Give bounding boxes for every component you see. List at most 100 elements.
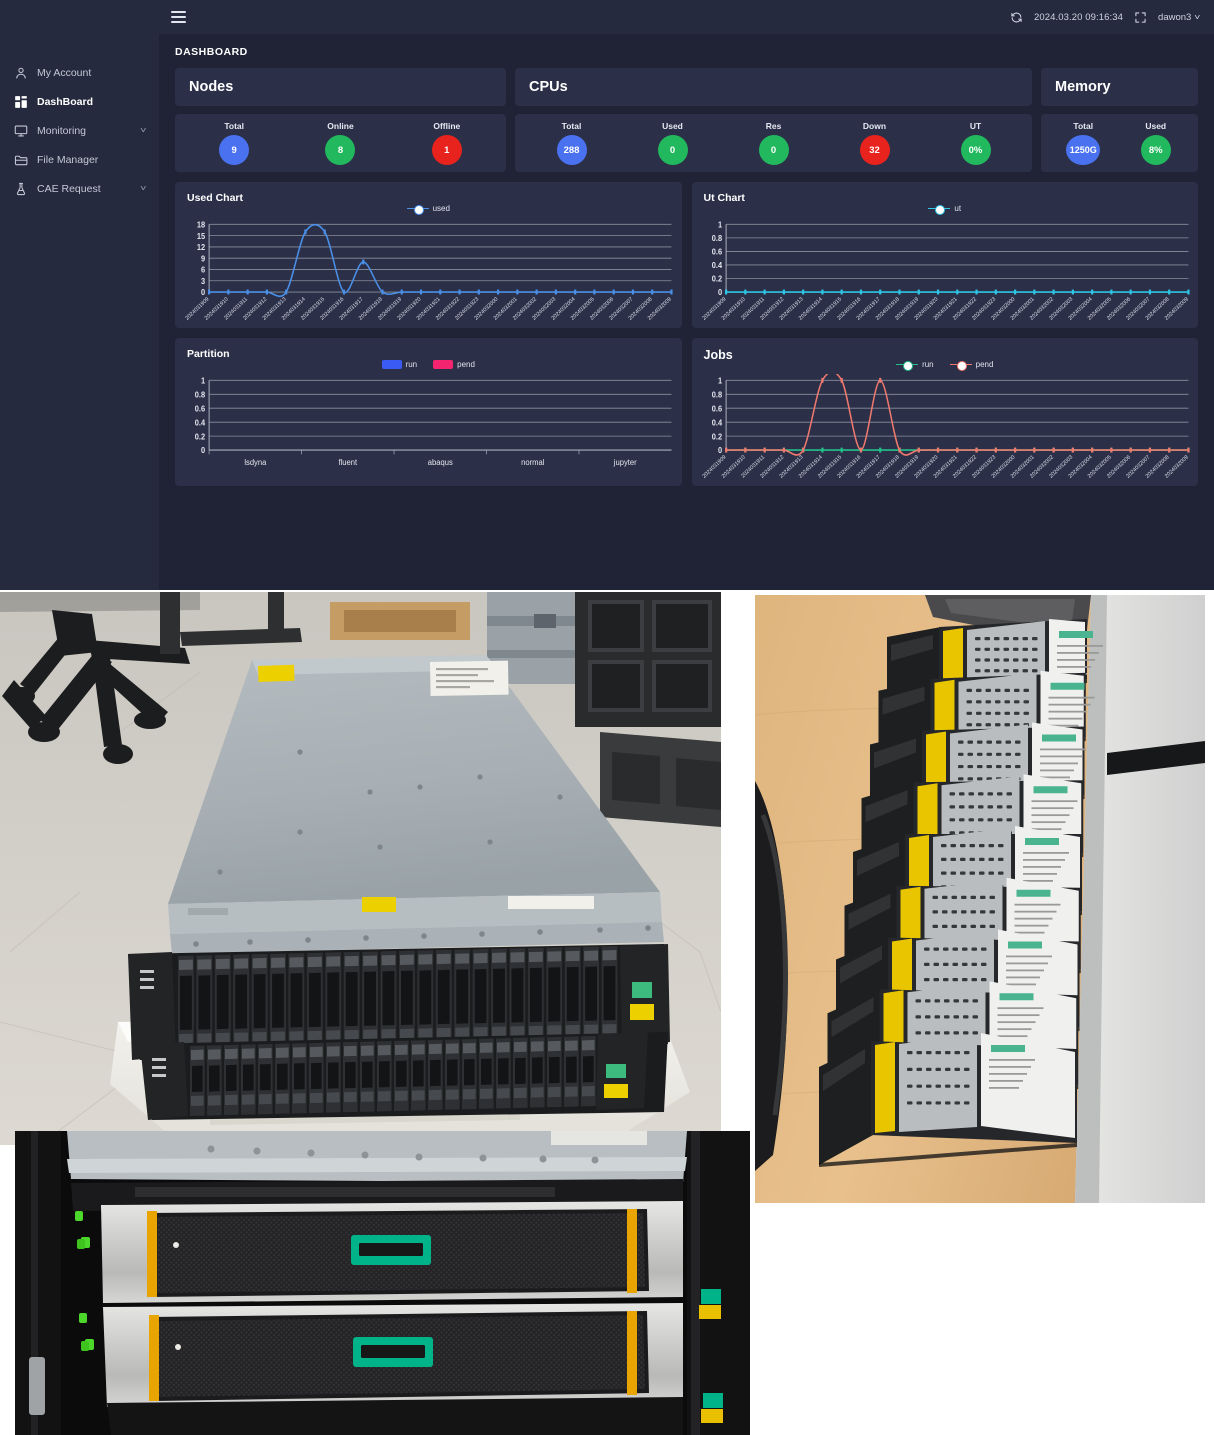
memory-card-title: Memory	[1055, 79, 1111, 95]
stat-cpus-res[interactable]: Res 0	[723, 121, 824, 165]
sidebar-item-monitoring[interactable]: Monitoring ˅	[0, 116, 159, 145]
monitor-icon	[14, 124, 28, 138]
stat-cpus-ut[interactable]: UT 0%	[925, 121, 1026, 165]
top-bar: 2024.03.20 09:16:34 dawon3 ˅	[159, 0, 1214, 34]
used-chart-legend: used	[175, 204, 682, 215]
stat-memory-total[interactable]: Total 1250G	[1047, 121, 1120, 165]
svg-text:normal: normal	[521, 458, 545, 467]
legend-label: used	[432, 204, 450, 213]
stat-memory-used[interactable]: Used 8%	[1120, 121, 1193, 165]
stat-value-bubble: 1	[431, 135, 462, 165]
legend-label: pend	[457, 360, 475, 369]
sidebar-item-my-account[interactable]: My Account	[0, 58, 159, 87]
content-area: DASHBOARD Nodes Total 9 Online 8 Offline…	[159, 34, 1214, 590]
partition-chart-title: Partition	[187, 348, 230, 360]
stat-cpus-down[interactable]: Down 32	[824, 121, 925, 165]
sidebar-item-cae-request[interactable]: CAE Request ˅	[0, 174, 159, 203]
jobs-chart-plot[interactable]: 0 0.2 0.4 0.6 0.8 1 2024031909 2024031910 202403…	[692, 374, 1199, 486]
jobs-chart-card: Jobs run pend 0 0.2 0.4 0.6 0.8 1 202403…	[691, 338, 1199, 486]
main-area: 2024.03.20 09:16:34 dawon3 ˅ DASHBOARD N…	[159, 0, 1214, 590]
partition-chart-legend: run pend	[175, 360, 682, 369]
partition-chart-card: Partition run pend 00.2 0.4 0.6 0.8 1 ls…	[175, 338, 682, 486]
svg-text:0.6: 0.6	[195, 404, 205, 413]
stat-label: Used	[662, 121, 683, 131]
stat-label: Down	[862, 121, 887, 131]
partition-chart-plot[interactable]: 0 0.2 0.4 0.6 0.8 1 lsdyna fluent abaqus normal ju…	[175, 374, 682, 486]
svg-text:15: 15	[197, 232, 206, 241]
sidebar-item-label: CAE Request	[37, 182, 101, 195]
nodes-group: Nodes Total 9 Online 8 Offline 1	[175, 68, 506, 172]
flask-icon	[14, 182, 28, 196]
svg-text:18: 18	[197, 220, 205, 229]
legend-label: ut	[954, 204, 962, 213]
svg-text:jupyter: jupyter	[613, 458, 637, 467]
sidebar-item-dashboard[interactable]: DashBoard	[0, 87, 159, 116]
fullscreen-icon[interactable]	[1134, 11, 1147, 24]
svg-text:0.2: 0.2	[711, 432, 721, 441]
svg-text:lsdyna: lsdyna	[244, 458, 267, 467]
sidebar-item-label: Monitoring	[37, 124, 87, 137]
legend-swatch-icon	[433, 360, 454, 369]
ut-chart-plot[interactable]: 0 0.2 0.4 0.6 0.8 1 2024031909 2024031910 202403…	[692, 218, 1199, 328]
stat-cpus-used[interactable]: Used 0	[622, 121, 723, 165]
legend-item-run[interactable]: run	[896, 360, 934, 371]
breadcrumb: DASHBOARD	[175, 46, 248, 58]
stat-nodes-offline[interactable]: Offline 1	[394, 121, 500, 165]
svg-text:0.4: 0.4	[711, 261, 722, 270]
svg-text:0.6: 0.6	[711, 404, 721, 413]
legend-item-used[interactable]: used	[406, 204, 450, 215]
svg-text:abaqus: abaqus	[428, 458, 453, 467]
stat-value-bubble: 0	[657, 135, 688, 165]
svg-text:3: 3	[201, 277, 205, 286]
stat-label: Res	[765, 121, 782, 131]
svg-text:0: 0	[201, 446, 205, 455]
stat-label: UT	[969, 121, 982, 131]
stat-label: Offline	[433, 121, 461, 131]
memory-group: Memory Total 1250G Used 8%	[1041, 68, 1198, 172]
chevron-down-icon: ˅	[1194, 12, 1201, 22]
svg-text:12: 12	[197, 243, 205, 252]
photo-rack-mounted-hpe-enclosures	[15, 1131, 750, 1435]
legend-marker-icon	[896, 360, 919, 371]
legend-label: run	[922, 360, 934, 369]
top-bar-right: 2024.03.20 09:16:34 dawon3 ˅	[1010, 11, 1201, 24]
sidebar-item-file-manager[interactable]: File Manager	[0, 145, 159, 174]
svg-text:1: 1	[717, 220, 722, 229]
svg-text:1: 1	[201, 376, 206, 385]
sidebar-item-label: File Manager	[37, 153, 99, 166]
charts-grid: Used Chart used 0 3 6 9 12 15 18 2024031909 2024…	[175, 182, 1198, 486]
current-timestamp: 2024.03.20 09:16:34	[1033, 11, 1124, 23]
stat-value-bubble: 288	[556, 135, 587, 165]
svg-text:0: 0	[201, 288, 205, 297]
ut-chart-card: Ut Chart ut 0 0.2 0.4 0.6 0.8 1 2024031909 2024…	[691, 182, 1199, 328]
jobs-chart-legend: run pend	[692, 360, 1199, 371]
stat-cards-row: Nodes Total 9 Online 8 Offline 1 CPUs To…	[175, 68, 1198, 172]
stat-nodes-total[interactable]: Total 9	[181, 121, 287, 165]
legend-item-pend[interactable]: pend	[433, 360, 475, 369]
stat-cpus-total[interactable]: Total 288	[521, 121, 622, 165]
ut-chart-legend: ut	[692, 204, 1199, 215]
user-menu[interactable]: dawon3 ˅	[1158, 12, 1201, 23]
photo-hard-drives-on-desk	[755, 595, 1205, 1203]
refresh-icon[interactable]	[1010, 11, 1023, 24]
stat-label: Total	[1073, 121, 1094, 131]
sidebar: My Account DashBoard Monitoring ˅ File M…	[0, 0, 159, 590]
stat-value-bubble: 1250G	[1066, 135, 1101, 165]
svg-text:fluent: fluent	[339, 458, 358, 467]
used-chart-plot[interactable]: 0 3 6 9 12 15 18 2024031909 2024031910 2024031911…	[175, 218, 682, 328]
dashboard-app: My Account DashBoard Monitoring ˅ File M…	[0, 0, 1214, 590]
legend-item-pend[interactable]: pend	[949, 360, 993, 371]
legend-item-ut[interactable]: ut	[928, 204, 962, 215]
svg-text:0: 0	[717, 446, 721, 455]
folder-icon	[14, 153, 28, 167]
legend-item-run[interactable]: run	[381, 360, 418, 369]
stat-nodes-online[interactable]: Online 8	[287, 121, 393, 165]
svg-text:0.4: 0.4	[195, 418, 206, 427]
stat-label: Used	[1145, 121, 1167, 131]
svg-text:0.6: 0.6	[711, 247, 721, 256]
hamburger-icon[interactable]	[171, 11, 186, 23]
legend-marker-icon	[406, 204, 429, 215]
svg-text:0.4: 0.4	[711, 418, 722, 427]
legend-label: run	[405, 360, 418, 369]
legend-marker-icon	[949, 360, 972, 371]
